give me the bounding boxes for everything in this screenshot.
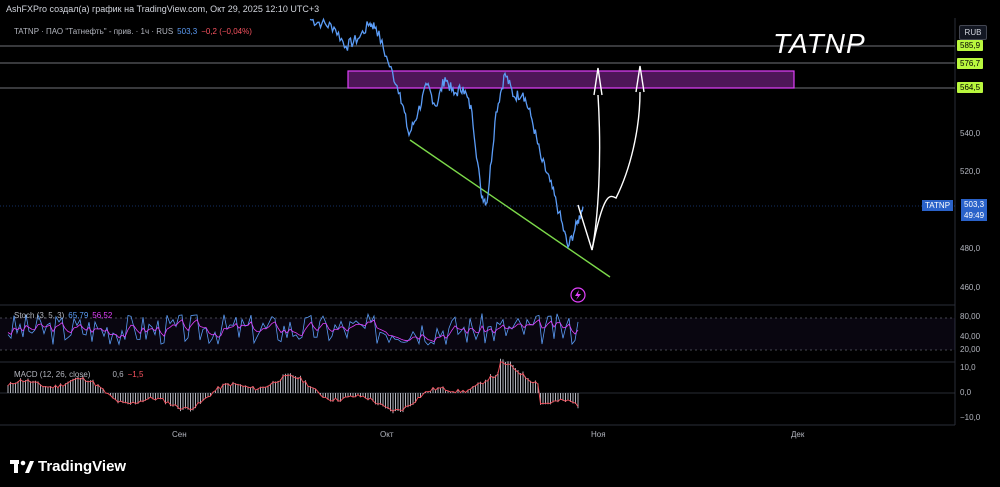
- time-tick: Сен: [172, 430, 187, 439]
- price-tick: 540,0: [960, 129, 981, 138]
- ticker-name: TATNP: [922, 200, 954, 211]
- price-tick: 520,0: [960, 167, 981, 176]
- lightning-glyph: [575, 290, 581, 300]
- macd-value-1: 0,6: [112, 370, 124, 379]
- stoch-legend[interactable]: Stoch (3, 5, 3) 65,79 56,52: [14, 311, 112, 320]
- price-tag-564: 564,5: [957, 82, 984, 93]
- macd-legend[interactable]: MACD (12, 26, close) 0,6 −1,5: [14, 370, 143, 379]
- price-series[interactable]: [309, 17, 584, 249]
- ticker-box: 503,3 49:49: [961, 199, 988, 221]
- tradingview-logo[interactable]: TradingView: [10, 458, 126, 475]
- resistance-zone[interactable]: [347, 70, 795, 89]
- stoch-d-value: 56,52: [92, 311, 113, 320]
- brand-name: TradingView: [38, 458, 127, 475]
- macd-tick: 0,0: [960, 388, 972, 397]
- chart-symbol-title: TATNP: [773, 28, 866, 59]
- macd-tick: 10,0: [960, 363, 976, 372]
- forecast-arrow-1[interactable]: [577, 94, 601, 251]
- time-tick: Дек: [791, 430, 805, 439]
- tradingview-logo-icon: [10, 459, 34, 473]
- ticker-countdown: 49:49: [964, 211, 985, 220]
- stoch-tick: 20,00: [960, 345, 981, 354]
- macd-tick: −10,0: [960, 413, 981, 422]
- stoch-tick: 40,00: [960, 332, 981, 341]
- stoch-tick: 80,00: [960, 312, 981, 321]
- macd-value-2: −1,5: [127, 370, 144, 379]
- price-line[interactable]: [309, 17, 584, 249]
- time-tick: Окт: [380, 430, 394, 439]
- stoch-label: Stoch (3, 5, 3): [14, 311, 65, 320]
- price-tag-576: 576,7: [957, 58, 984, 69]
- support-trendline[interactable]: [409, 139, 611, 278]
- chart-canvas[interactable]: [0, 0, 1000, 447]
- last-price-tag: TATNP 503,3 49:49: [922, 199, 988, 221]
- stoch-k-value: 65,79: [68, 311, 89, 320]
- price-tick: 480,0: [960, 244, 981, 253]
- price-tag-585: 585,9: [957, 40, 984, 51]
- time-tick: Ноя: [591, 430, 606, 439]
- stoch-band: [0, 318, 955, 350]
- ticker-price: 503,3: [964, 200, 985, 209]
- macd-label: MACD (12, 26, close): [14, 370, 91, 379]
- macd-histogram[interactable]: [7, 358, 579, 414]
- price-tick: 460,0: [960, 283, 981, 292]
- chart-frame: AshFXPro создал(а) график на TradingView…: [0, 0, 1000, 447]
